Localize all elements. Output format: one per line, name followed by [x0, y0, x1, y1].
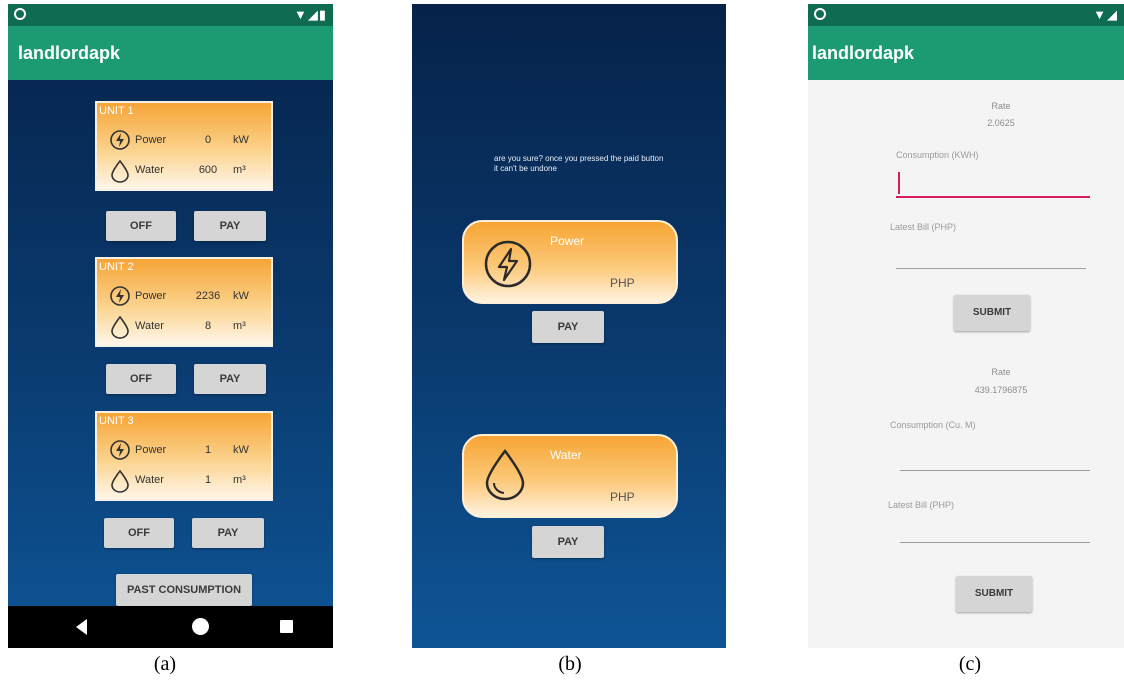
- latest-bill-hint: Latest Bill (PHP): [890, 222, 957, 232]
- water-row: Water 600 m³: [109, 159, 259, 183]
- notification-icon: [814, 8, 826, 20]
- screen-b: are you sure? once you pressed the paid …: [412, 4, 726, 648]
- water-unit: m³: [233, 320, 246, 332]
- power-rate-label: Rate: [991, 101, 1011, 111]
- water-value: 1: [204, 474, 212, 486]
- screen-c: ▼◢ landlordapk Rate 2.0625 Consumption (…: [808, 4, 1124, 648]
- unit-title: UNIT 1: [99, 105, 134, 117]
- recents-icon[interactable]: [280, 620, 293, 633]
- caption-c: (c): [958, 653, 982, 675]
- unit-3-pay-button[interactable]: PAY: [192, 518, 264, 548]
- power-row: Power 0 kW: [109, 129, 259, 153]
- power-bolt-icon: [484, 240, 532, 288]
- water-rate-label: Rate: [991, 367, 1011, 377]
- consumption-cum-hint: Consumption (Cu. M): [890, 420, 976, 430]
- water-rate-value: 439.1796875: [974, 385, 1028, 395]
- past-consumption-button[interactable]: PAST CONSUMPTION: [116, 574, 252, 606]
- power-bolt-icon: [110, 130, 130, 150]
- power-label: Power: [135, 444, 167, 456]
- app-bar-title: landlordapk: [808, 26, 1124, 80]
- input-underline: [900, 542, 1090, 543]
- power-pay-button[interactable]: PAY: [532, 311, 604, 343]
- signal-icon: ▼◢: [1093, 7, 1118, 22]
- power-row: Power 2236 kW: [109, 285, 259, 309]
- caption-b: (b): [558, 653, 582, 675]
- power-card-currency: PHP: [610, 276, 635, 290]
- unit-card-3: UNIT 3 Power 1 kW Water 1 m³: [95, 411, 273, 501]
- consumption-kwh-input[interactable]: [896, 170, 1090, 198]
- unit-title: UNIT 2: [99, 261, 134, 273]
- power-card-title: Power: [550, 234, 585, 248]
- water-pay-button[interactable]: PAY: [532, 526, 604, 558]
- unit-2-off-button[interactable]: OFF: [106, 364, 176, 394]
- water-card: Water PHP: [462, 434, 678, 518]
- latest-bill-input[interactable]: [896, 244, 1086, 270]
- app-bar-title: landlordapk: [8, 26, 333, 80]
- water-submit-button[interactable]: SUBMIT: [956, 576, 1032, 612]
- water-latest-bill-input[interactable]: [900, 518, 1090, 544]
- power-bolt-icon: [110, 440, 130, 460]
- power-unit: kW: [233, 444, 249, 456]
- water-unit: m³: [233, 474, 246, 486]
- unit-2-pay-button[interactable]: PAY: [194, 364, 266, 394]
- water-label: Water: [135, 320, 164, 332]
- water-label: Water: [135, 474, 164, 486]
- water-unit: m³: [233, 164, 246, 176]
- power-value: 0: [204, 134, 212, 146]
- power-card: Power PHP: [462, 220, 678, 304]
- screen-a: ▼◢▮ landlordapk UNIT 1 Power 0 kW Water …: [8, 4, 333, 648]
- unit-title: UNIT 3: [99, 415, 134, 427]
- status-bar: ▼◢: [808, 4, 1124, 26]
- consumption-kwh-hint: Consumption (KWH): [896, 150, 979, 160]
- water-row: Water 1 m³: [109, 469, 259, 493]
- power-unit: kW: [233, 290, 249, 302]
- water-card-currency: PHP: [610, 490, 635, 504]
- notification-icon: [14, 8, 26, 20]
- water-drop-icon: [111, 159, 129, 183]
- water-value: 600: [198, 164, 218, 176]
- water-label: Water: [135, 164, 164, 176]
- unit-card-1: UNIT 1 Power 0 kW Water 600 m³: [95, 101, 273, 191]
- unit-1-pay-button[interactable]: PAY: [194, 211, 266, 241]
- back-icon[interactable]: [76, 619, 87, 635]
- nav-bar: [8, 606, 333, 648]
- text-cursor: [898, 172, 900, 194]
- water-drop-icon: [111, 469, 129, 493]
- water-row: Water 8 m³: [109, 315, 259, 339]
- power-rate-value: 2.0625: [987, 118, 1015, 128]
- power-value: 2236: [195, 290, 221, 302]
- power-row: Power 1 kW: [109, 439, 259, 463]
- power-submit-button[interactable]: SUBMIT: [954, 295, 1030, 331]
- power-value: 1: [204, 444, 212, 456]
- water-drop-icon: [111, 315, 129, 339]
- unit-3-off-button[interactable]: OFF: [104, 518, 174, 548]
- signal-battery-icon: ▼◢▮: [293, 7, 327, 22]
- input-underline: [900, 470, 1090, 471]
- power-label: Power: [135, 290, 167, 302]
- consumption-cum-input[interactable]: [900, 446, 1090, 472]
- power-label: Power: [135, 134, 167, 146]
- power-unit: kW: [233, 134, 249, 146]
- input-underline: [896, 196, 1090, 198]
- power-bolt-icon: [110, 286, 130, 306]
- unit-card-2: UNIT 2 Power 2236 kW Water 8 m³: [95, 257, 273, 347]
- water-drop-icon: [485, 448, 525, 501]
- caption-a: (a): [153, 653, 177, 675]
- unit-1-off-button[interactable]: OFF: [106, 211, 176, 241]
- input-underline: [896, 268, 1086, 269]
- status-bar: ▼◢▮: [8, 4, 333, 26]
- water-latest-bill-hint: Latest Bill (PHP): [888, 500, 955, 510]
- water-card-title: Water: [550, 448, 582, 462]
- home-icon[interactable]: [192, 618, 209, 635]
- confirm-message: are you sure? once you pressed the paid …: [494, 154, 664, 173]
- water-value: 8: [204, 320, 212, 332]
